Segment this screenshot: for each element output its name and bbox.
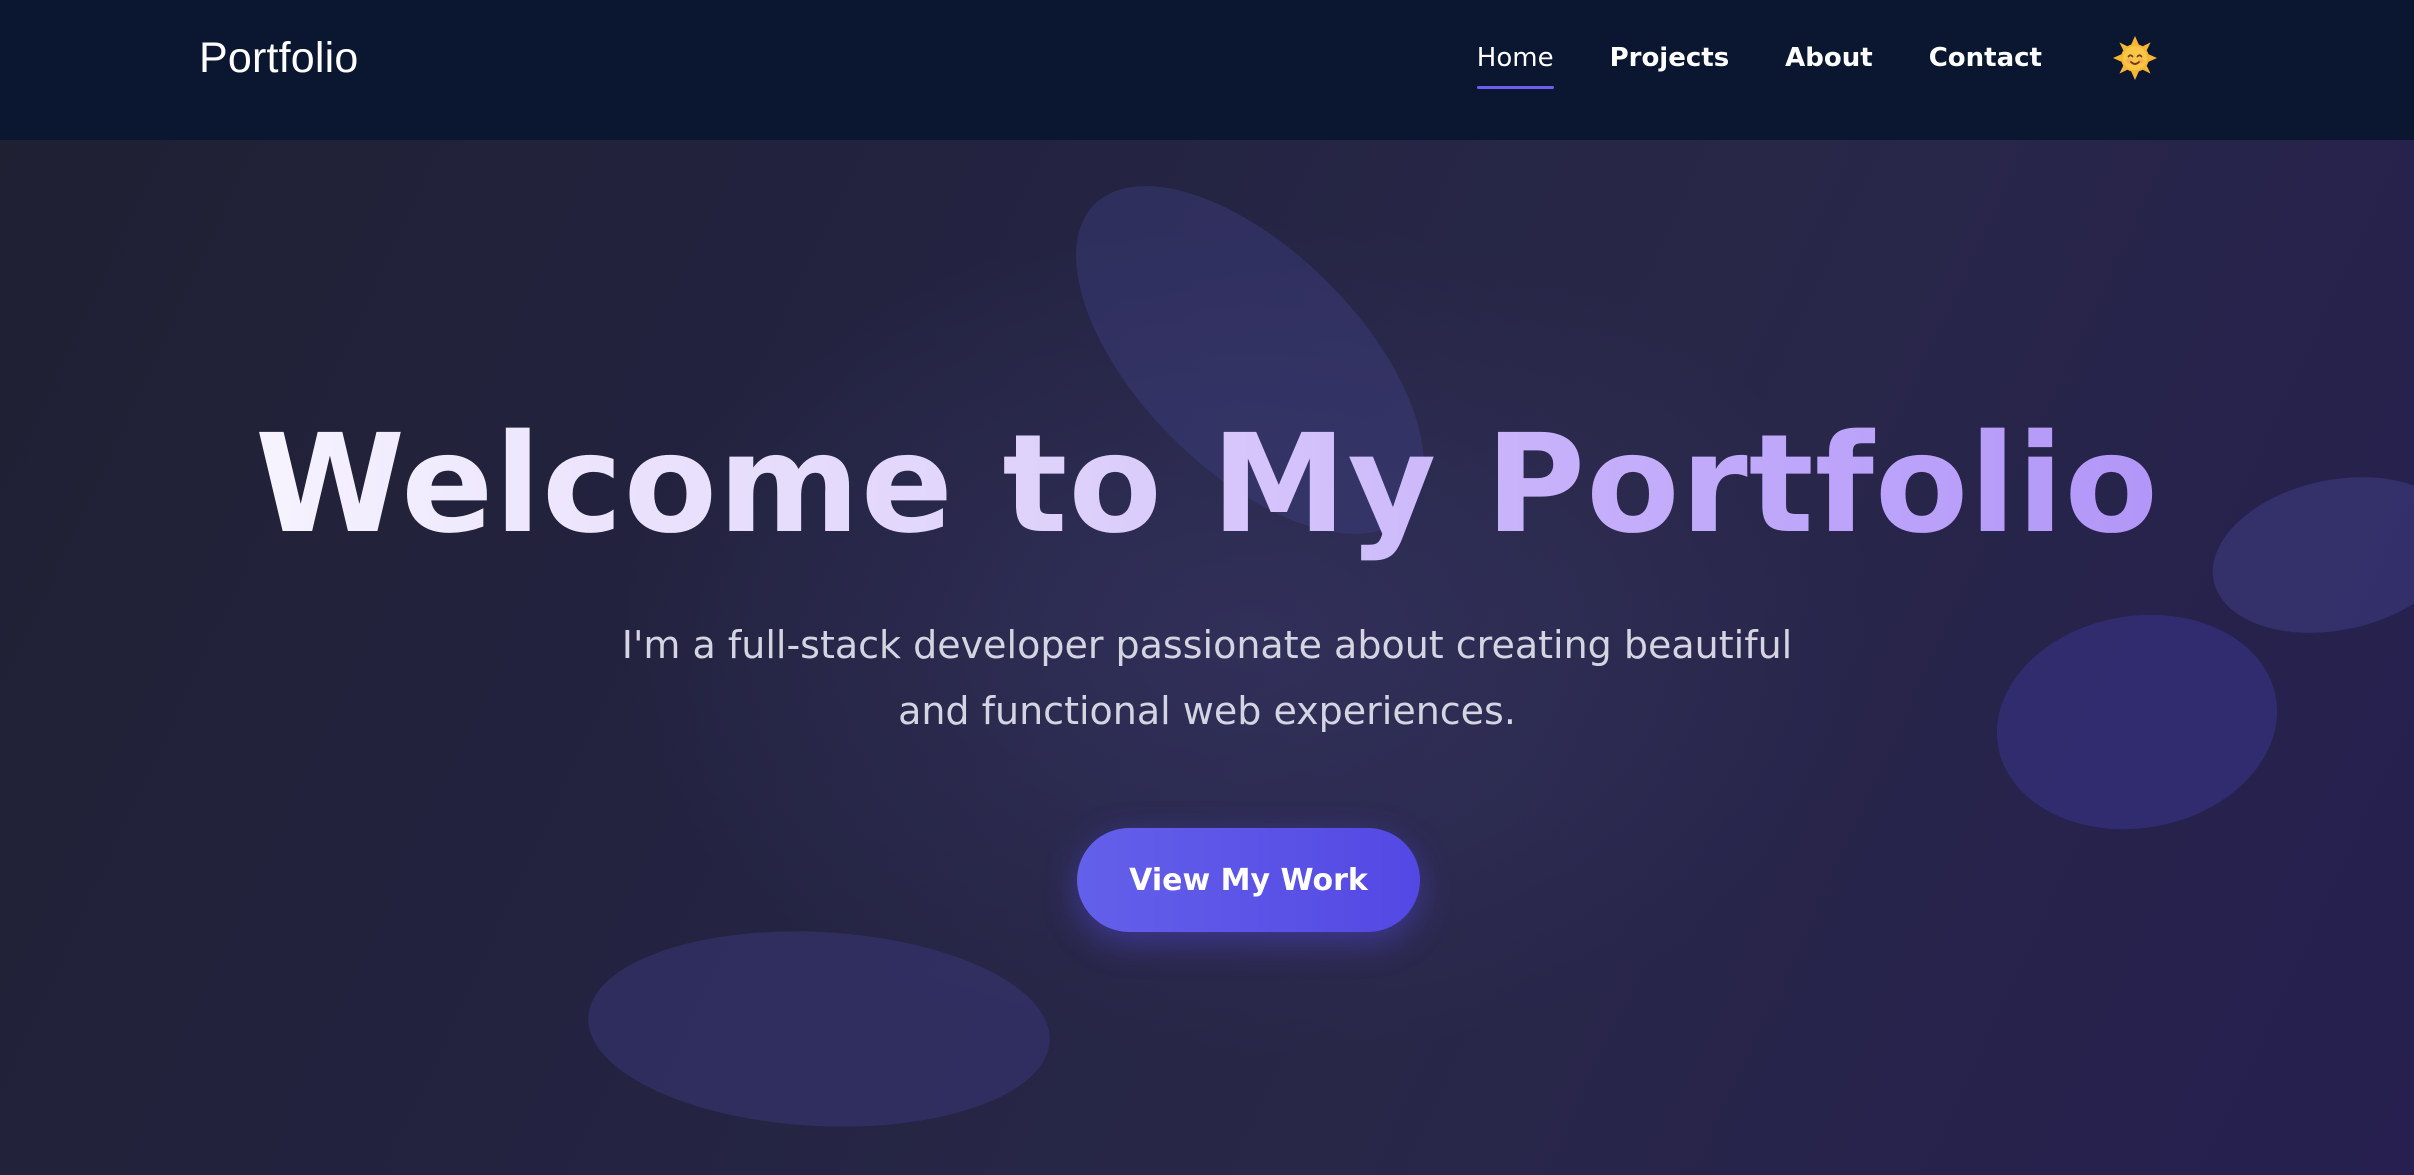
nav-link-home[interactable]: Home	[1476, 36, 1554, 89]
top-navbar: Portfolio Home Projects About Contact	[0, 0, 2414, 140]
hero-title: Welcome to My Portfolio	[0, 400, 2414, 570]
theme-toggle-button[interactable]	[2112, 35, 2158, 81]
brand-logo[interactable]: Portfolio	[199, 28, 359, 88]
main-nav: Home Projects About Contact	[1476, 35, 2158, 89]
hero-subtitle: I'm a full-stack developer passionate ab…	[621, 623, 1793, 733]
sun-smile-icon	[2113, 36, 2157, 80]
decorative-blob	[583, 920, 1055, 1138]
view-my-work-button[interactable]: View My Work	[1077, 828, 1420, 932]
nav-link-about[interactable]: About	[1785, 36, 1873, 80]
nav-link-projects[interactable]: Projects	[1610, 36, 1730, 80]
hero-section: Welcome to My Portfolio I'm a full-stack…	[0, 140, 2414, 1175]
nav-link-contact[interactable]: Contact	[1929, 36, 2042, 80]
decorative-blob	[1979, 593, 2295, 851]
